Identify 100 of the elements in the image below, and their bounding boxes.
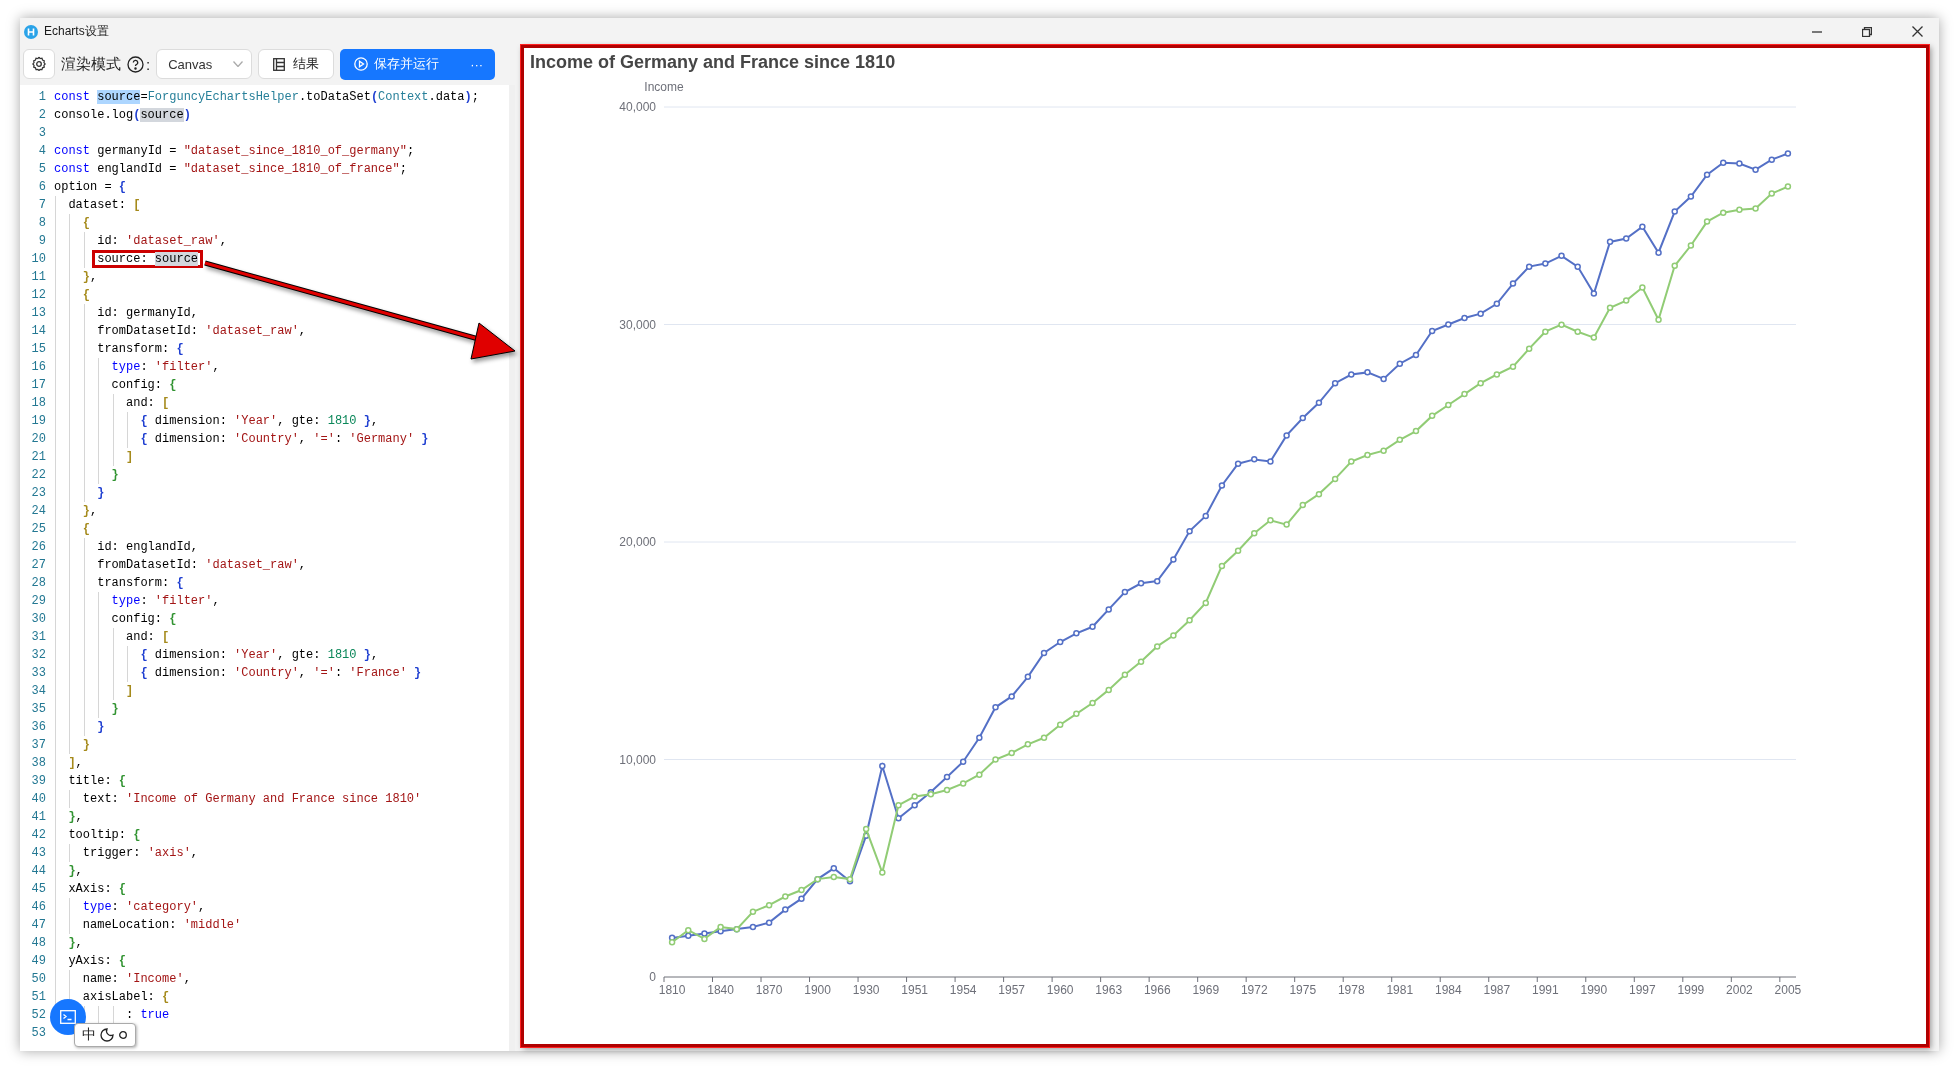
ime-mode-label: 中: [82, 1026, 96, 1044]
code-line: },: [54, 808, 83, 826]
axis-label: 1840: [707, 983, 734, 997]
code-line: ],: [54, 754, 83, 772]
line-number: 51: [30, 990, 47, 1004]
code-line: nameLocation: 'middle': [54, 916, 242, 934]
code-line: { dimension: 'Year', gte: 1810 },: [54, 646, 379, 664]
code-line: yAxis: {: [54, 952, 126, 970]
line-number: 3: [37, 126, 47, 140]
code-line: console.log(source): [54, 107, 191, 124]
line-number: 9: [37, 234, 47, 248]
line-number: 10: [30, 252, 47, 266]
axis-label: 20,000: [619, 535, 656, 549]
line-number: 4: [37, 144, 47, 158]
line-number: 46: [30, 900, 47, 914]
line-number: 45: [30, 882, 47, 896]
line-number: 7: [37, 198, 47, 212]
colon-label: :: [146, 55, 151, 73]
axis-label: 1810: [658, 983, 686, 997]
line-number: 19: [30, 414, 47, 428]
code-line: const englandId = "dataset_since_1810_of_france";: [54, 161, 407, 178]
axis-label: 1957: [998, 983, 1026, 997]
code-line: const source=ForguncyEchartsHelper.toDataSet(Context.data);: [54, 89, 479, 106]
line-number: 38: [30, 756, 47, 770]
axis-label: 1999: [1677, 983, 1705, 997]
line-number: 37: [30, 738, 47, 752]
line-number: 30: [30, 612, 47, 626]
line-number: 1: [37, 90, 47, 104]
axis-label: 0: [649, 970, 656, 984]
code-line: fromDatasetId: 'dataset_raw',: [54, 556, 307, 574]
code-line: { dimension: 'Country', '=': 'France' }: [54, 664, 422, 682]
axis-label: 10,000: [619, 752, 656, 767]
code-line: {: [54, 214, 90, 232]
line-number: 32: [30, 648, 47, 662]
line-number: 49: [30, 954, 47, 968]
code-line: type: 'category',: [54, 898, 206, 916]
line-number: 43: [30, 846, 47, 860]
line-number: 24: [30, 504, 47, 518]
line-number: 27: [30, 558, 47, 572]
code-line: ]: [54, 682, 134, 700]
axis-label: 1954: [949, 983, 977, 997]
axis-label: 1987: [1483, 983, 1511, 997]
code-line: config: {: [54, 376, 177, 394]
axis-label: 1930: [852, 983, 880, 997]
line-number: 23: [30, 486, 47, 500]
code-line: fromDatasetId: 'dataset_raw',: [54, 322, 307, 340]
line-number: 16: [30, 360, 47, 374]
chart-title: Income of Germany and France since 1810: [530, 52, 896, 72]
line-number: 17: [30, 378, 47, 392]
axis-label: 1972: [1240, 983, 1268, 997]
code-line: },: [54, 862, 83, 880]
axis-label: 1978: [1337, 983, 1365, 997]
code-line: dataset: [: [54, 196, 141, 214]
code-line: }: [54, 718, 105, 736]
line-number: 20: [30, 432, 47, 446]
line-number: 22: [30, 468, 47, 482]
window-title: Echarts设置: [44, 23, 109, 40]
line-number: 18: [30, 396, 47, 410]
line-number: 39: [30, 774, 47, 788]
render-mode-label: 渲染模式: [61, 54, 121, 74]
line-number: 6: [37, 180, 47, 194]
line-number: 26: [30, 540, 47, 554]
code-line: ]: [54, 448, 134, 466]
line-number: 53: [30, 1026, 47, 1040]
code-line: },: [54, 268, 98, 286]
code-line: and: [: [54, 628, 170, 646]
line-number: 2: [37, 108, 47, 122]
code-line: id: 'dataset_raw',: [54, 232, 227, 250]
axis-title: Income: [644, 80, 684, 94]
code-line: id: englandId,: [54, 538, 199, 556]
line-number: 5: [37, 162, 47, 176]
code-line: transform: {: [54, 340, 184, 358]
code-line: }: [54, 466, 119, 484]
line-number: 41: [30, 810, 47, 824]
code-line: {: [54, 520, 90, 538]
highlight-frame: source: source: [92, 250, 204, 268]
axis-label: 1963: [1095, 983, 1123, 997]
axis-label: 1990: [1580, 983, 1608, 997]
line-number: 40: [30, 792, 47, 806]
code-line: { dimension: 'Year', gte: 1810 },: [54, 412, 379, 430]
line-number: 13: [30, 306, 47, 320]
axis-label: 1975: [1289, 983, 1317, 997]
code-line: option = {: [54, 179, 126, 196]
line-number: 15: [30, 342, 47, 356]
code-line: },: [54, 934, 83, 952]
code-line: }: [54, 700, 119, 718]
line-number: 21: [30, 450, 47, 464]
code-line: { dimension: 'Country', '=': 'Germany' }: [54, 430, 429, 448]
line-number: 48: [30, 936, 47, 950]
axis-label: 1981: [1386, 983, 1414, 997]
line-number: 14: [30, 324, 47, 338]
line-number: 50: [30, 972, 47, 986]
code-line: name: 'Income',: [54, 970, 191, 988]
axis-label: 1900: [804, 983, 831, 997]
line-number: 35: [30, 702, 47, 716]
code-line: {: [54, 286, 90, 304]
code-line: transform: {: [54, 574, 184, 592]
line-number: 31: [30, 630, 47, 644]
line-number: 42: [30, 828, 47, 842]
code-line: tooltip: {: [54, 826, 141, 844]
